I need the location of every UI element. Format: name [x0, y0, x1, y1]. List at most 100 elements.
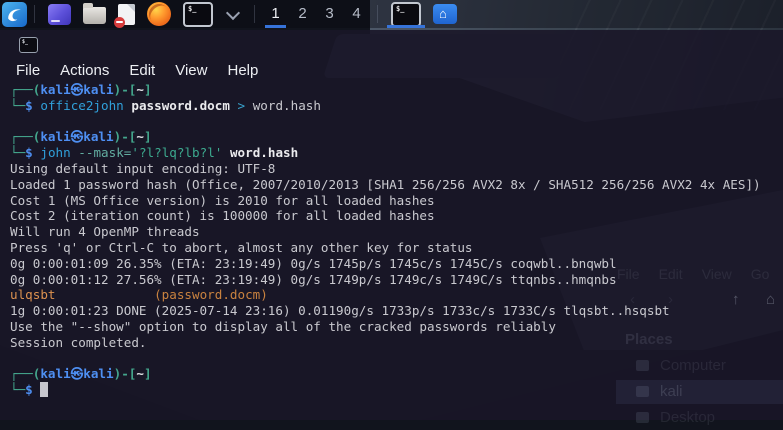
terminal-line: Press 'q' or Ctrl-C to abort, almost any… [10, 240, 783, 256]
menu-help[interactable]: Help [217, 61, 268, 80]
terminal-line: 0g 0:00:01:09 26.35% (ETA: 23:19:49) 0g/… [10, 256, 783, 272]
taskbar-item-terminal[interactable] [385, 0, 427, 28]
terminal-text-segment: Using default input encoding: UTF-8 [10, 160, 276, 176]
terminal-text-segment: ┌──( [10, 82, 41, 97]
terminal-text-segment: Cost 2 (iteration count) is 100000 for a… [10, 208, 435, 224]
launcher-terminal[interactable] [183, 1, 213, 27]
terminal-line: Loaded 1 password hash (Office, 2007/201… [10, 177, 783, 193]
terminal-text-segment: ┌──( [10, 129, 41, 145]
top-panel: 1234 [0, 0, 783, 28]
terminal-line: Session completed. [10, 335, 783, 351]
terminal-line: 1g 0:00:01:23 DONE (2025-07-14 23:16) 0.… [10, 303, 783, 319]
terminal-text-segment: $ [25, 382, 33, 398]
terminal-text-segment: Loaded 1 password hash (Office, 2007/201… [10, 176, 761, 192]
terminal-text-segment: ] [143, 366, 152, 382]
panel-separator [377, 5, 378, 23]
terminal-line: Use the "--show" option to display all o… [10, 319, 783, 335]
terminal-text-segment: ulqsbt [10, 287, 56, 303]
terminal-text-segment: kali㉿kali [40, 366, 114, 382]
terminal-line: ┌──(kali㉿kali)-[~] [10, 82, 783, 98]
terminal-line: Cost 1 (MS Office version) is 2010 for a… [10, 193, 783, 209]
document-icon [114, 3, 135, 28]
terminal-text-segment: $ [25, 97, 33, 113]
terminal-text-segment: kali㉿kali [40, 82, 114, 97]
terminal-text-segment: word.hash [229, 145, 299, 161]
workspace-3[interactable]: 3 [316, 0, 343, 28]
terminal-line: └─$ john --mask='?l?lq?lb?l' word.hash [10, 145, 783, 161]
launcher-file-manager[interactable] [83, 3, 106, 24]
terminal-text-segment: ~ [136, 366, 144, 382]
terminal-text-segment: 0g 0:00:01:09 26.35% (ETA: 23:19:49) 0g/… [10, 255, 617, 271]
home-folder-icon [433, 4, 457, 24]
panel-separator [254, 5, 255, 23]
terminal-text-segment: )-[ [113, 366, 137, 382]
workspace-2[interactable]: 2 [289, 0, 316, 28]
terminal-text-segment: kali㉿kali [40, 129, 114, 145]
workspace-switcher: 1234 [262, 0, 370, 28]
terminal-text-segment: └─ [10, 97, 26, 113]
terminal-text-segment: Session completed. [10, 334, 147, 350]
terminal-text-segment: 1g 0:00:01:23 DONE (2025-07-14 23:16) 0.… [10, 303, 670, 319]
terminal-text-segment: > [237, 97, 246, 113]
terminal-text-segment: ┌──( [10, 366, 41, 382]
terminal-line: 0g 0:00:01:12 27.56% (ETA: 23:19:49) 0g/… [10, 272, 783, 288]
terminal-text-segment: password.docm [131, 97, 230, 113]
terminal-text-segment: Press 'q' or Ctrl-C to abort, almost any… [10, 239, 473, 255]
terminal-text-segment: Use the "--show" option to display all o… [10, 318, 556, 334]
terminal-line: └─$ [10, 382, 783, 398]
terminal-text-segment: )-[ [113, 129, 137, 145]
kali-dragon-icon [8, 8, 21, 21]
terminal-text-segment: └─ [10, 145, 26, 161]
menu-view[interactable]: View [165, 61, 217, 80]
terminal-text-segment: (password.docm) [154, 287, 268, 303]
workspace-4[interactable]: 4 [343, 0, 370, 28]
menu-actions[interactable]: Actions [50, 61, 119, 80]
terminal-text-segment: ] [143, 129, 152, 145]
terminal-text-segment: ~ [136, 129, 144, 145]
terminal-line: └─$ office2john password.docm > word.has… [10, 98, 783, 114]
terminal-line: Will run 4 OpenMP threads [10, 224, 783, 240]
terminal-text-segment: └─ [10, 382, 26, 398]
taskbar-item-home-folder[interactable] [427, 0, 463, 28]
file-manager-icon [83, 3, 106, 24]
terminal-text-segment: ] [143, 82, 152, 97]
terminal-icon [19, 37, 38, 53]
terminal-text-segment: office2john [40, 97, 124, 113]
terminal-output[interactable]: ┌──(kali㉿kali)-[~] └─$ office2john passwo… [10, 82, 783, 420]
menu-file[interactable]: File [6, 61, 50, 80]
terminal-text-segment: word.hash [245, 97, 321, 113]
terminal-line: ┌──(kali㉿kali)-[~] [10, 129, 783, 145]
kali-menu-button[interactable] [2, 1, 27, 27]
menubar: File Actions Edit View Help [6, 61, 268, 80]
restricted-badge-icon [114, 16, 125, 28]
launcher-document[interactable] [114, 3, 135, 28]
terminal-cursor [40, 382, 48, 398]
terminal-text-segment: '?l?lq?lb?l' [131, 145, 223, 161]
menu-edit[interactable]: Edit [119, 61, 165, 80]
terminal-line: ┌──(kali㉿kali)-[~] [10, 366, 783, 382]
terminal-text-segment: Will run 4 OpenMP threads [10, 224, 200, 240]
terminal-text-segment: )-[ [113, 82, 137, 97]
terminal-window: File Edit View Go ‹ › ↑ ⌂ Places Computer kali D… [0, 30, 783, 426]
display-icon [48, 3, 71, 25]
panel-separator [34, 5, 35, 23]
terminal-text-segment: Cost 1 (MS Office version) is 2010 for a… [10, 192, 435, 208]
launcher-firefox[interactable] [147, 2, 171, 26]
terminal-line: ulqsbt (password.docm) [10, 287, 783, 303]
terminal-text-segment: 0g 0:00:01:12 27.56% (ETA: 23:19:49) 0g/… [10, 271, 617, 287]
window-terminal-icon [19, 37, 38, 53]
terminal-text-segment: $ [25, 145, 33, 161]
workspace-1[interactable]: 1 [262, 0, 289, 28]
terminal-line: Cost 2 (iteration count) is 100000 for a… [10, 208, 783, 224]
terminal-icon [183, 1, 213, 27]
launcher-display[interactable] [48, 3, 71, 25]
terminal-text-segment: john [40, 145, 71, 161]
chevron-down-icon[interactable] [225, 5, 241, 20]
firefox-icon [147, 2, 171, 26]
terminal-text-segment: ~ [136, 82, 144, 97]
